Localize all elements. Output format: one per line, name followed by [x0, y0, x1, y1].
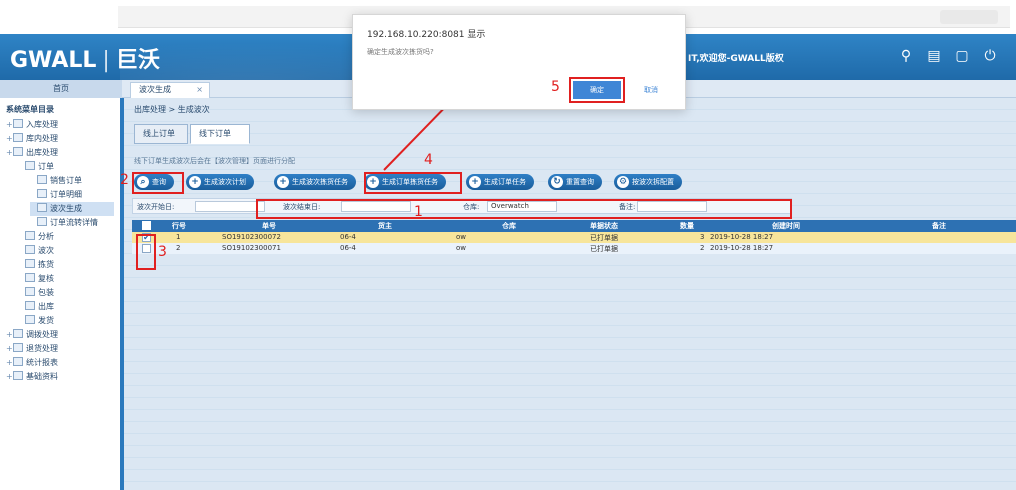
app-screen: GWALL | 巨沃 IT,欢迎您-GWALL版权 ⚲ ▤ ▢ ⏻ 首页 波次生成 … [0, 0, 1016, 490]
annotation-number: 5 [551, 79, 560, 95]
confirm-dialog: 192.168.10.220:8081 显示 确定生成波次拣货吗? 确定 取消 … [352, 14, 686, 110]
dialog-message: 确定生成波次拣货吗? [367, 48, 434, 56]
dialog-title: 192.168.10.220:8081 显示 [367, 30, 486, 40]
annotation-box-ok [569, 77, 625, 103]
cancel-button[interactable]: 取消 [627, 81, 675, 99]
